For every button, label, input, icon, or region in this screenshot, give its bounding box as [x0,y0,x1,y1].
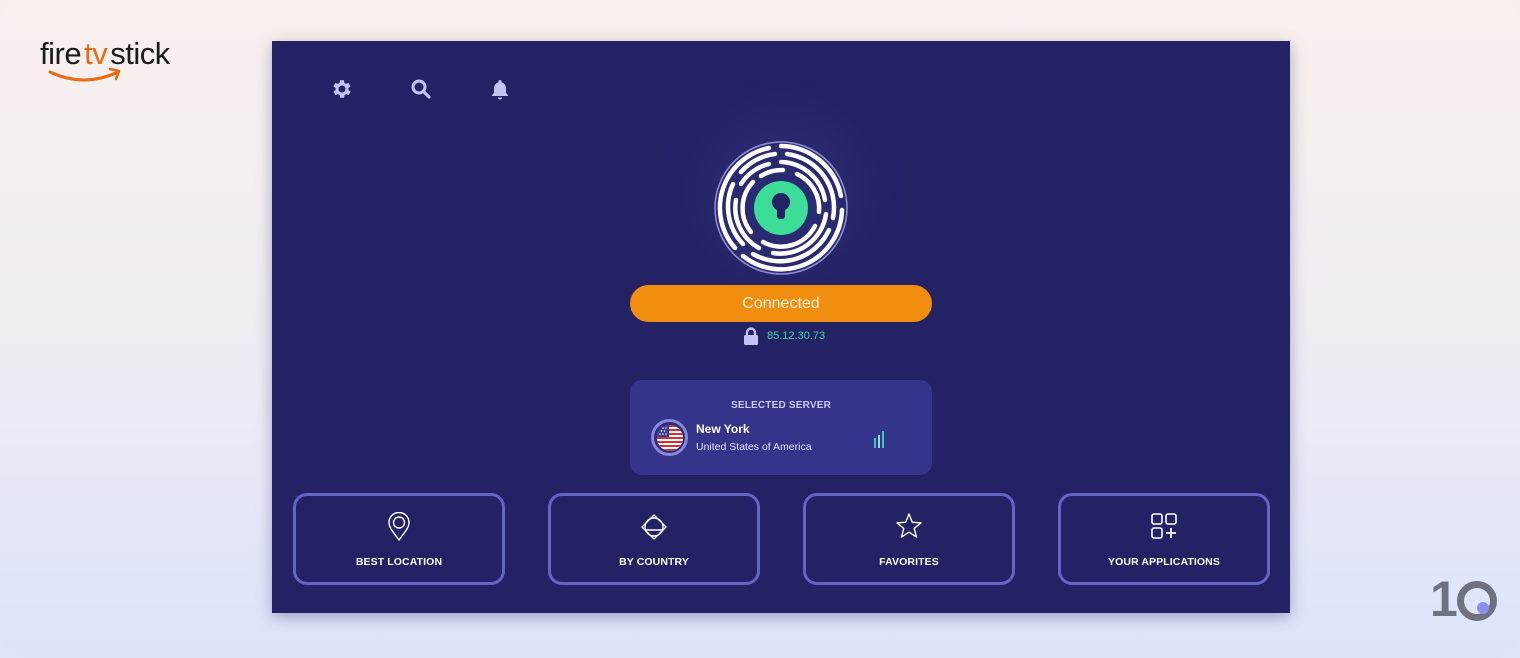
navigation-tiles: BEST LOCATION BY COUNTRY FAVORITES YOUR … [293,493,1270,585]
tile-label: BY COUNTRY [619,556,689,568]
gear-icon [333,80,351,98]
settings-button[interactable] [330,77,354,101]
selected-server-card[interactable]: SELECTED SERVER New York United States o… [630,380,932,475]
your-applications-tile[interactable]: YOUR APPLICATIONS [1058,493,1270,585]
logo-wordmark: firetvstick [40,38,170,69]
location-pin-icon [388,512,410,542]
badge-dot [1477,602,1489,614]
tile-label: BEST LOCATION [355,556,443,568]
badge-digit-one: 1 [1430,571,1458,627]
tile-label: FAVORITES [879,556,939,568]
vpn-app-screen: Connected 85.12.30.73 SELECTED SERVER Ne… [272,41,1290,613]
site-badge-10: 1 [1430,574,1500,626]
ip-address: 85.12.30.73 [767,330,826,342]
star-icon [896,513,922,538]
search-icon [411,79,431,99]
apps-add-icon [1151,513,1177,539]
globe-orbit-icon [641,514,667,540]
favorites-tile[interactable]: FAVORITES [803,493,1015,585]
server-country: United States of America [696,441,812,453]
screenshot-frame: firetvstick Connected 85.12.30.73 SELECT… [0,0,1520,658]
top-toolbar [330,77,512,103]
amazon-smile-icon [48,67,121,82]
server-city: New York [696,422,750,436]
fingerprint-lock-icon [714,141,848,275]
signal-strength-icon [874,431,884,448]
us-flag-icon [656,424,683,451]
by-country-tile[interactable]: BY COUNTRY [548,493,760,585]
tile-label: YOUR APPLICATIONS [1108,556,1220,568]
ip-address-row: 85.12.30.73 [743,327,825,345]
notifications-button[interactable] [488,77,512,101]
connection-status-emblem [713,140,849,276]
search-button[interactable] [409,77,433,101]
country-flag [651,419,688,456]
selected-server-heading: SELECTED SERVER [730,400,832,411]
best-location-tile[interactable]: BEST LOCATION [293,493,505,585]
bell-icon [492,80,508,100]
lock-icon [744,327,758,345]
badge-ring [1457,581,1497,621]
connection-toggle-button[interactable]: Connected [630,285,932,322]
fire-tv-stick-logo: firetvstick [40,36,210,88]
